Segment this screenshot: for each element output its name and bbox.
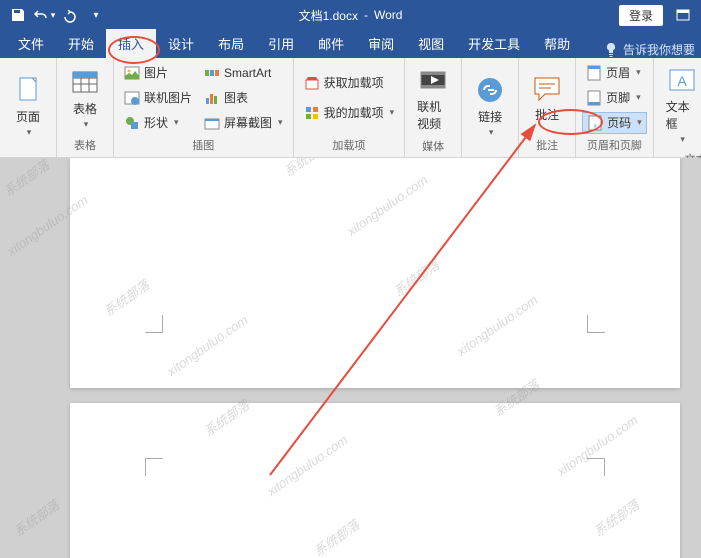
store-icon [304, 75, 320, 91]
tab-view[interactable]: 视图 [406, 29, 456, 58]
group-text: A 文本框 ▾ A A 文本 [654, 58, 701, 157]
quick-access-toolbar: ▾ ▾ [0, 3, 108, 27]
group-label-media: 媒体 [409, 136, 457, 156]
ribbon-tabs: 文件 开始 插入 设计 布局 引用 邮件 审阅 视图 开发工具 帮助 告诉我你想… [0, 30, 701, 58]
group-addins: 获取加载项 我的加载项▾ 加载项 [294, 58, 406, 157]
screenshot-button[interactable]: 屏幕截图▾ [200, 112, 287, 134]
lightbulb-icon [603, 42, 619, 58]
undo-button[interactable]: ▾ [32, 3, 56, 27]
title-separator: - [364, 8, 368, 22]
group-links: 链接 ▾ [462, 58, 519, 157]
online-pictures-button[interactable]: 联机图片 [120, 87, 196, 109]
group-label-pages [4, 151, 52, 155]
document-area[interactable]: 第 四 页 系统部落 xitongbuluo.com 系统部落 xitongbu… [0, 158, 701, 558]
link-icon [474, 74, 506, 106]
group-headerfooter: 页眉▾ 页脚▾ #页码▾ 页眉和页脚 [576, 58, 654, 157]
group-comments: 批注 批注 [519, 58, 576, 157]
textbox-button[interactable]: A 文本框 ▾ [658, 60, 701, 149]
video-label: 联机视频 [417, 98, 449, 132]
tell-me-label: 告诉我你想要 [623, 41, 695, 58]
page-number-button[interactable]: #页码▾ [582, 112, 647, 134]
picture-icon [124, 65, 140, 81]
tab-insert[interactable]: 插入 [106, 29, 156, 58]
comment-label: 批注 [535, 106, 559, 123]
watermark: 系统部落 [0, 158, 53, 200]
tab-help[interactable]: 帮助 [532, 29, 582, 58]
footer-icon [586, 90, 602, 106]
document-name: 文档1.docx [299, 7, 358, 24]
smartart-icon [204, 65, 220, 81]
tab-file[interactable]: 文件 [6, 29, 56, 58]
redo-button[interactable] [58, 3, 82, 27]
pictures-button[interactable]: 图片 [120, 62, 196, 84]
addins-icon [304, 105, 320, 121]
chart-button[interactable]: 图表 [200, 87, 287, 109]
login-button[interactable]: 登录 [619, 5, 663, 26]
tab-developer[interactable]: 开发工具 [456, 29, 532, 58]
video-icon [417, 64, 449, 96]
header-button[interactable]: 页眉▾ [582, 62, 647, 84]
tab-design[interactable]: 设计 [156, 29, 206, 58]
app-name: Word [374, 8, 402, 22]
page-button[interactable]: 页面 ▾ [4, 60, 52, 151]
page-upper[interactable] [70, 158, 680, 388]
link-button[interactable]: 链接 ▾ [466, 60, 514, 151]
smartart-button[interactable]: SmartArt [200, 62, 287, 84]
link-label: 链接 [478, 108, 502, 125]
tell-me-search[interactable]: 告诉我你想要 [603, 41, 701, 58]
chart-icon [204, 90, 220, 106]
tab-mailings[interactable]: 邮件 [306, 29, 356, 58]
page-icon [12, 74, 44, 106]
title-bar: ▾ ▾ 文档1.docx - Word 登录 [0, 0, 701, 30]
page-label: 页面 [16, 108, 40, 125]
shapes-button[interactable]: 形状▾ [120, 112, 196, 134]
comment-button[interactable]: 批注 [523, 60, 571, 135]
group-label-comments: 批注 [523, 135, 571, 155]
textbox-label: 文本框 [666, 98, 698, 132]
group-illustrations: 图片 联机图片 形状▾ SmartArt 图表 屏幕截图▾ 插图 [114, 58, 294, 157]
header-icon [586, 65, 602, 81]
group-label-headerfooter: 页眉和页脚 [580, 135, 649, 155]
window-title: 文档1.docx - Word [299, 7, 403, 24]
tab-review[interactable]: 审阅 [356, 29, 406, 58]
table-icon [69, 66, 101, 98]
save-button[interactable] [6, 3, 30, 27]
group-tables: 表格 ▾ 表格 [57, 58, 114, 157]
group-label-links [466, 151, 514, 155]
footer-button[interactable]: 页脚▾ [582, 87, 647, 109]
online-picture-icon [124, 90, 140, 106]
tab-references[interactable]: 引用 [256, 29, 306, 58]
table-button[interactable]: 表格 ▾ [61, 60, 109, 135]
group-pages: 页面 ▾ [0, 58, 57, 157]
group-label-tables: 表格 [61, 135, 109, 155]
group-label-illustrations: 插图 [118, 135, 289, 155]
table-label: 表格 [73, 100, 97, 117]
pagenum-icon: # [587, 115, 603, 131]
ribbon-insert: 页面 ▾ 表格 ▾ 表格 图片 联机图片 形状▾ SmartArt 图表 [0, 58, 701, 158]
comment-icon [531, 72, 563, 104]
online-video-button[interactable]: 联机视频 [409, 60, 457, 136]
svg-text:A: A [677, 73, 687, 89]
page-lower[interactable]: 第 四 页 [70, 403, 680, 558]
watermark: 系统部落 [9, 495, 63, 540]
get-addins-button[interactable]: 获取加载项 [300, 72, 399, 94]
qat-customize[interactable]: ▾ [84, 3, 108, 27]
tab-home[interactable]: 开始 [56, 29, 106, 58]
group-media: 联机视频 媒体 [405, 58, 462, 157]
my-addins-button[interactable]: 我的加载项▾ [300, 102, 399, 124]
group-label-addins: 加载项 [298, 135, 401, 155]
ribbon-display-options[interactable] [671, 3, 695, 27]
screenshot-icon [204, 115, 220, 131]
textbox-icon: A [666, 64, 698, 96]
tab-layout[interactable]: 布局 [206, 29, 256, 58]
shapes-icon [124, 115, 140, 131]
